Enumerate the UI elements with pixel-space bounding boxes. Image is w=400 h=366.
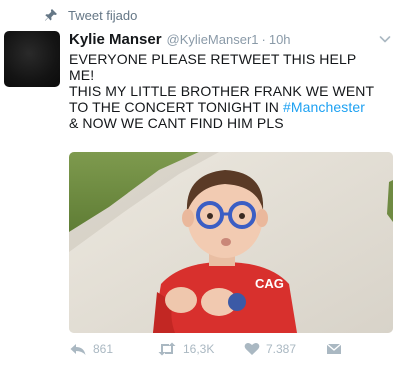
retweet-icon <box>158 342 176 356</box>
tweet-text: EVERYONE PLEASE RETWEET THIS HELP ME! TH… <box>69 51 394 131</box>
heart-icon <box>244 343 260 355</box>
photo-illustration: CAG <box>69 152 393 333</box>
direct-message-button[interactable] <box>326 342 342 356</box>
tweet-text-line: EVERYONE PLEASE RETWEET THIS HELP <box>69 51 357 67</box>
retweet-count: 16,3K <box>183 342 215 356</box>
reply-button[interactable]: 861 <box>69 342 113 356</box>
envelope-icon <box>326 343 342 354</box>
tweet-actions: 861 16,3K 7.387 <box>69 342 389 360</box>
tweet-text-line: THIS MY LITTLE BROTHER FRANK WE WENT <box>69 83 375 99</box>
author-name[interactable]: Kylie Manser <box>69 31 162 48</box>
like-button[interactable]: 7.387 <box>244 342 296 356</box>
reply-count: 861 <box>93 342 114 356</box>
tweet-text-line: & NOW WE CANT FIND HIM PLS <box>69 115 284 131</box>
separator-dot: · <box>261 31 266 47</box>
tweet-timestamp[interactable]: 10h <box>269 32 291 47</box>
tweet-text-line: ME! <box>69 67 95 83</box>
avatar[interactable] <box>4 31 60 87</box>
reply-icon <box>70 344 86 355</box>
shirt-text: CAG <box>255 276 284 291</box>
tweet-photo[interactable]: CAG <box>69 152 393 333</box>
chevron-down-icon[interactable] <box>378 32 392 46</box>
tweet-text-line: TO THE CONCERT TONIGHT IN #Manchester <box>69 99 394 115</box>
author-handle[interactable]: @KylieManser1 <box>167 32 259 47</box>
pinned-label: Tweet fijado <box>68 7 138 23</box>
like-count: 7.387 <box>266 342 297 356</box>
hashtag-link[interactable]: #Manchester <box>283 99 365 115</box>
tweet-text-segment: TO THE CONCERT TONIGHT IN <box>69 99 283 115</box>
retweet-button[interactable]: 16,3K <box>157 342 214 356</box>
pinned-tweet-indicator: Tweet fijado <box>44 6 137 24</box>
tweet-header: Kylie Manser @KylieManser1 · 10h <box>69 30 392 48</box>
pin-icon <box>44 8 58 22</box>
